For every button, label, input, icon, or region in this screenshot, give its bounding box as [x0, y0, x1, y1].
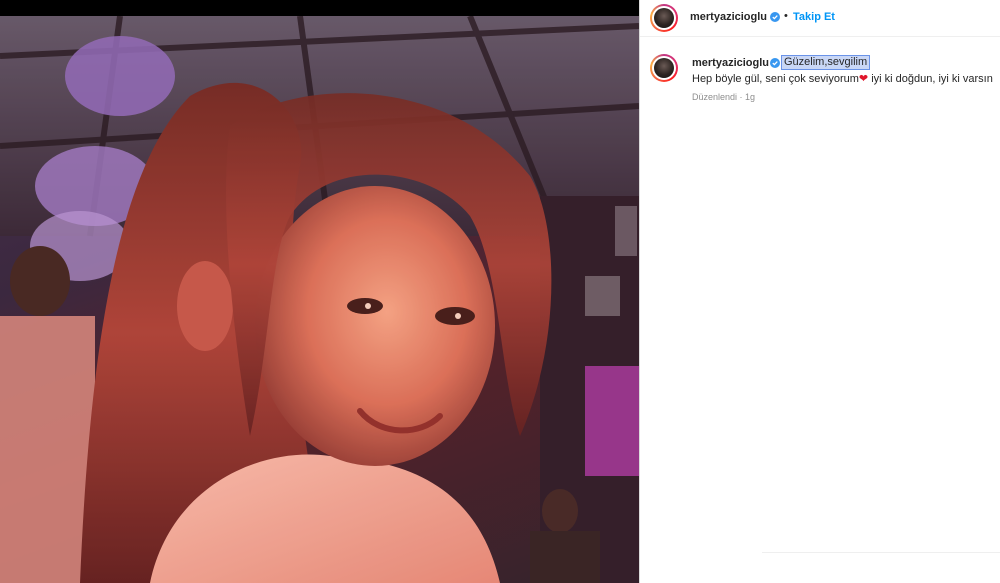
caption-verified-badge-icon	[770, 58, 780, 68]
caption-text-part2: iyi ki doğdun, iyi ki varsın	[868, 73, 993, 85]
caption-body: Hep böyle gül, seni çok seviyorum❤ iyi k…	[692, 72, 993, 85]
verified-badge-icon	[770, 12, 780, 22]
caption-meta: Düzenlendi · 1g	[692, 92, 756, 102]
header-separator: •	[784, 10, 788, 22]
author-username[interactable]: mertyazicioglu	[690, 11, 767, 23]
comments-divider	[762, 552, 1000, 553]
heart-emoji-icon: ❤	[858, 73, 869, 85]
caption-avatar[interactable]	[650, 54, 678, 82]
post-side-panel: mertyazicioglu • Takip Et mertyazicioglu…	[640, 0, 1000, 583]
caption-text-part1: Hep böyle gül, seni çok seviyorum	[692, 73, 859, 85]
post-photo-illustration	[0, 16, 639, 583]
top-black-bar	[0, 0, 640, 16]
post-header: mertyazicioglu • Takip Et	[640, 0, 1000, 37]
author-avatar[interactable]	[650, 4, 678, 32]
post-photo[interactable]	[0, 16, 639, 583]
caption-title-highlighted[interactable]: Güzelim,sevgilim	[780, 55, 871, 70]
follow-button[interactable]: Takip Et	[793, 11, 835, 23]
caption-username[interactable]: mertyazicioglu	[692, 57, 769, 69]
